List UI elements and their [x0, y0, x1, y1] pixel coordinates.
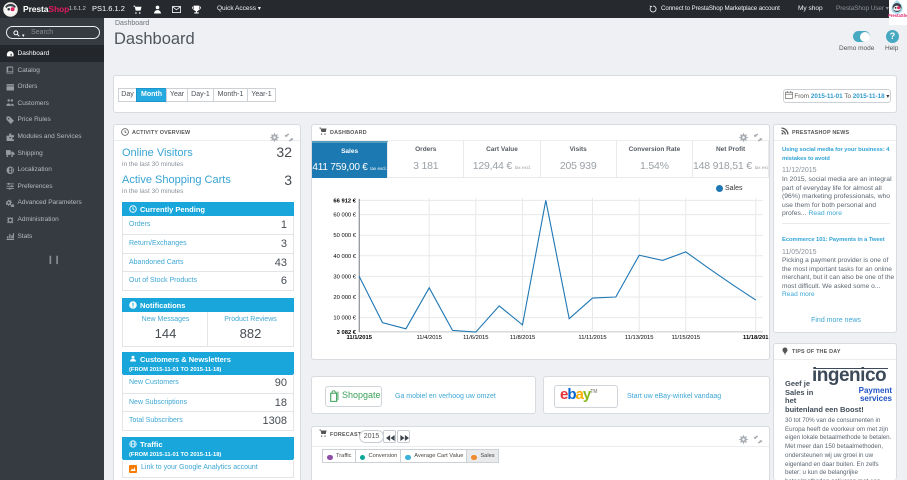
- svg-text:11/13/2015: 11/13/2015: [625, 335, 654, 341]
- svg-text:11/6/2015: 11/6/2015: [463, 335, 488, 341]
- svg-text:66 912 €: 66 912 €: [333, 198, 356, 204]
- svg-text:20 000 €: 20 000 €: [333, 295, 356, 301]
- svg-text:11/4/2015: 11/4/2015: [417, 335, 442, 341]
- svg-text:11/8/2015: 11/8/2015: [510, 335, 535, 341]
- svg-text:30 000 €: 30 000 €: [333, 274, 356, 280]
- svg-text:40 000 €: 40 000 €: [333, 254, 356, 260]
- svg-text:10 000 €: 10 000 €: [333, 316, 356, 322]
- svg-text:11/15/2015: 11/15/2015: [672, 335, 701, 341]
- svg-text:11/11/2015: 11/11/2015: [578, 335, 606, 341]
- svg-text:50 000 €: 50 000 €: [333, 233, 356, 239]
- svg-text:11/18/201: 11/18/201: [743, 335, 769, 341]
- svg-text:60 000 €: 60 000 €: [333, 213, 356, 219]
- svg-text:11/1/2015: 11/1/2015: [346, 335, 372, 341]
